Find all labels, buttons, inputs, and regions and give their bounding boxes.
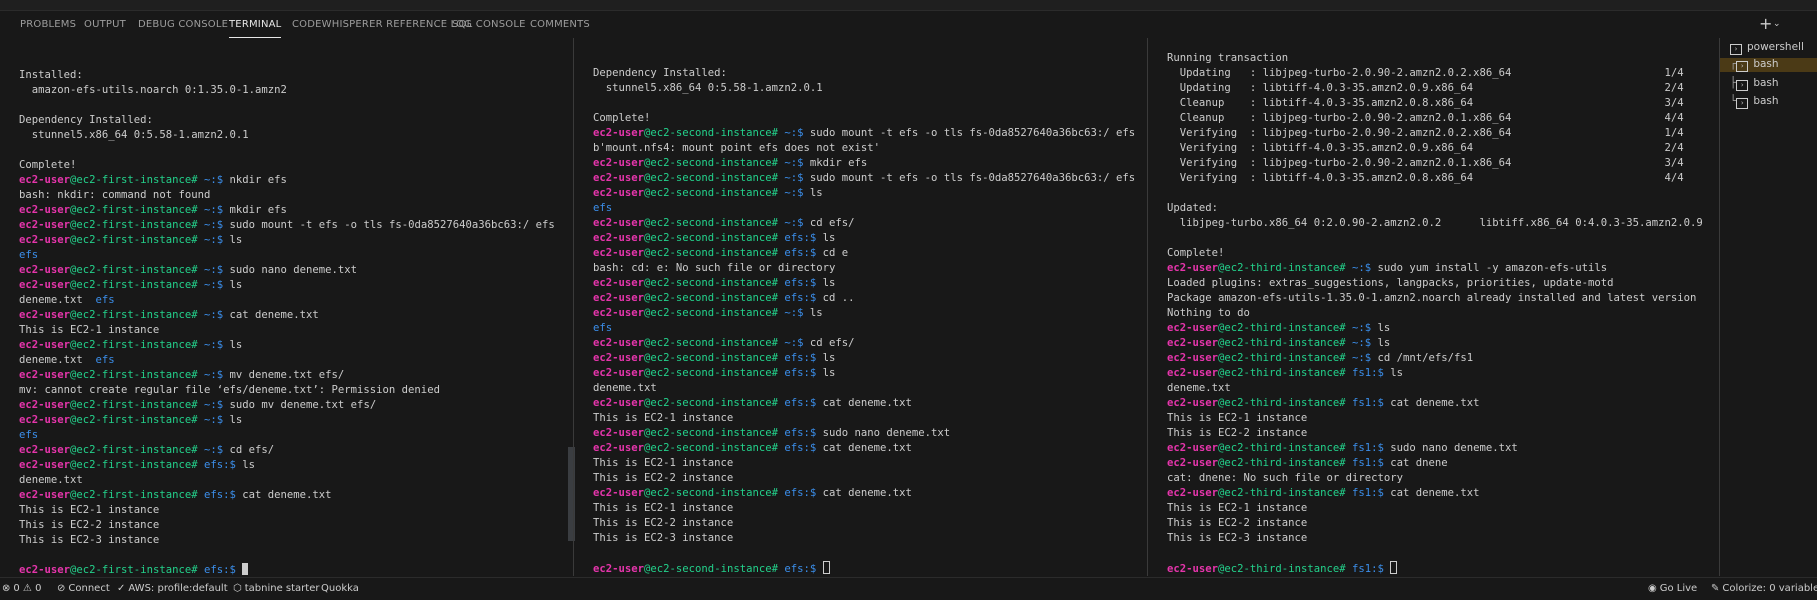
terminal-cursor [1390,561,1398,574]
terminal-cursor [242,563,249,575]
tab-debug-console[interactable]: DEBUG CONSOLE [138,19,228,30]
terminal-icon: › [1736,80,1749,91]
tab-problems[interactable]: PROBLEMS [20,19,76,30]
tab-output[interactable]: OUTPUT [84,19,126,30]
broadcast-icon: ◉ [1648,583,1657,594]
add-terminal-icon[interactable]: + [1759,14,1772,33]
chevron-down-icon[interactable]: ⌄ [1773,19,1781,29]
tab-codewhisperer-reference-log[interactable]: CODEWHISPERER REFERENCE LOG [292,19,472,30]
terminal-output: Installed: amazon-efs-utils.noarch 0:1.3… [19,69,555,576]
terminal-item-bash-2[interactable]: ├ › bash [1730,77,1779,91]
terminal-item-bash-1[interactable]: ┌ › bash [1720,58,1817,72]
aws-profile-status[interactable]: ✓ AWS: profile:default [117,583,228,594]
terminal-list: › powershell ┌ › bash ├ › bash └ › bash [1719,38,1817,576]
check-icon: ✓ [117,583,126,594]
tab-terminal[interactable]: TERMINAL [229,19,282,38]
connect-status[interactable]: ⊘ Connect [57,583,110,594]
terminal-icon: › [1730,44,1742,55]
problems-status[interactable]: ⊗ 0 ⚠ 0 [2,583,41,594]
terminal-item-bash-3[interactable]: └ › bash [1730,95,1779,109]
quokka-status[interactable]: Quokka [321,583,359,594]
terminal-pane-second-instance[interactable]: Dependency Installed: stunnel5.x86_64 0:… [573,38,1147,576]
top-editor-border [0,0,1817,11]
terminal-actions: + ⌄ [1757,14,1817,36]
tabnine-icon: ⬡ [233,583,242,594]
terminal-cursor [822,561,830,574]
panel-tab-bar: PROBLEMS OUTPUT DEBUG CONSOLE TERMINAL C… [0,11,1817,41]
tabnine-status[interactable]: ⬡ tabnine starter [233,583,319,594]
go-live-status[interactable]: ◉ Go Live [1648,583,1697,594]
colorize-status[interactable]: ✎ Colorize: 0 variable [1711,583,1817,594]
plug-icon: ⊘ [57,583,66,594]
terminal-item-powershell[interactable]: › powershell [1730,41,1804,55]
paint-icon: ✎ [1711,583,1720,594]
error-icon: ⊗ [2,583,11,594]
tab-comments[interactable]: COMMENTS [530,19,590,30]
terminal-pane-first-instance[interactable]: Installed: amazon-efs-utils.noarch 0:1.3… [0,38,572,576]
terminal-pane-third-instance[interactable]: Running transaction Updating : libjpeg-t… [1147,38,1720,576]
terminal-output: Dependency Installed: stunnel5.x86_64 0:… [593,67,1136,575]
tab-sql-console[interactable]: SQL CONSOLE [452,19,526,30]
terminal-icon: › [1736,61,1749,72]
status-bar: ⊗ 0 ⚠ 0 ⊘ Connect ✓ AWS: profile:default ⬡ t… [0,577,1817,600]
terminal-output: Running transaction Updating : libjpeg-t… [1167,52,1703,575]
terminal-icon: › [1736,98,1749,109]
